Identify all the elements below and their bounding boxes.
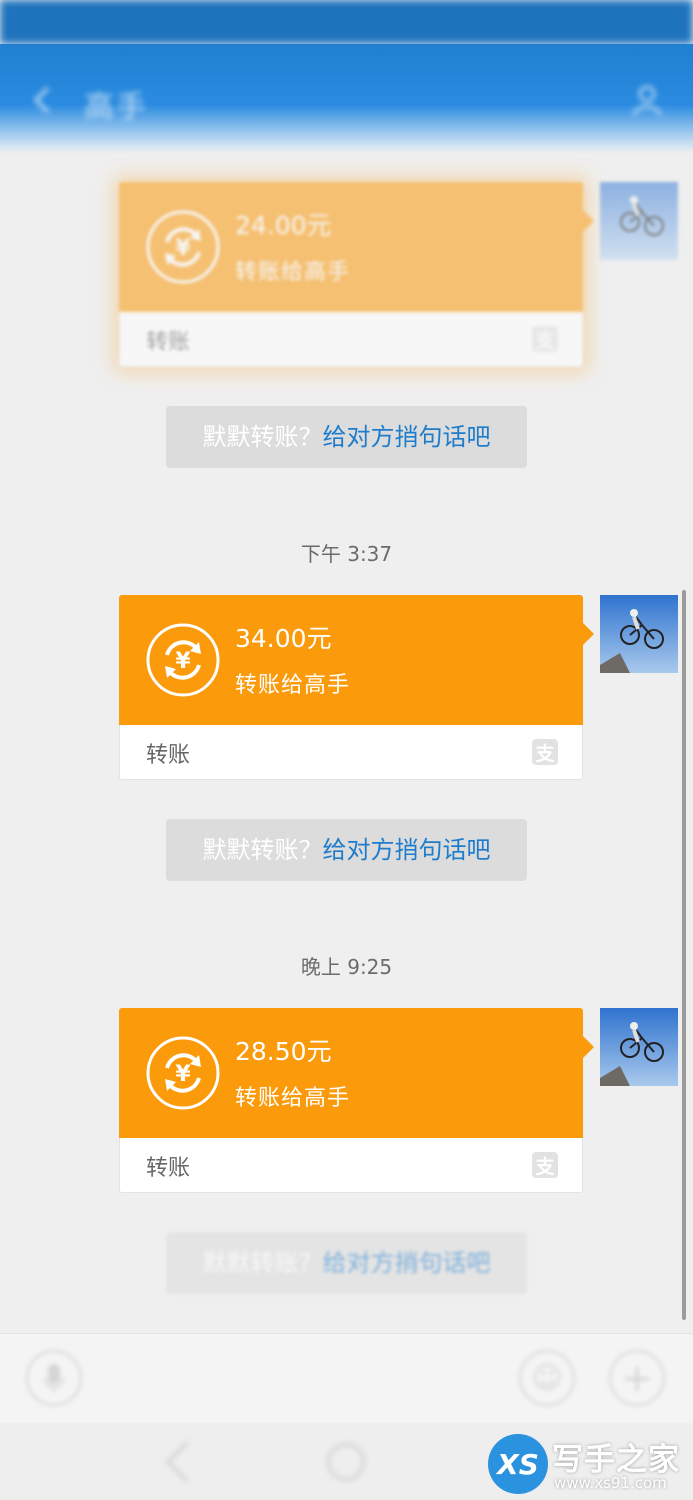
transfer-card-body: ¥ 34.00元 转账给高手 [119,595,583,725]
transfer-recipient: 转账给高手 [235,1086,351,1111]
yuan-transfer-icon: ¥ [146,623,220,697]
watermark: XS 写手之家 www.xs91.com [488,1432,688,1496]
svg-text:¥: ¥ [175,649,191,674]
transfer-amount: 28.50元 [235,1037,332,1066]
smiley-icon[interactable]: ☺ [519,1350,575,1406]
transfer-recipient: 转账给高手 [235,260,351,285]
bubble-pointer [583,1036,594,1058]
transfer-type-label: 转账 [146,743,191,768]
chat-title: 高手 [84,90,148,125]
transfer-card-footer: 转账 支 [119,725,583,780]
watermark-logo: XS [488,1434,548,1494]
hint-link[interactable]: 给对方捎句话吧 [323,423,491,451]
scrollbar[interactable] [682,590,686,1320]
hint-prompt: 默默转账？ [202,423,323,451]
transfer-card-body: ¥ 24.00元 转账给高手 [119,182,583,312]
person-icon[interactable] [629,80,669,120]
yuan-transfer-icon: ¥ [146,1036,220,1110]
transfer-message-hint[interactable]: 默默转账？给对方捎句话吧 [166,1232,527,1294]
watermark-name: 写手之家 [552,1442,680,1478]
yuan-transfer-icon: ¥ [146,210,220,284]
transfer-amount: 34.00元 [235,624,332,653]
transfer-card-footer: 转账 支 [119,1138,583,1193]
transfer-amount: 24.00元 [235,211,332,240]
svg-text:¥: ¥ [175,236,191,261]
hint-prompt: 默默转账？ [202,1249,323,1277]
transfer-card-body: ¥ 28.50元 转账给高手 [119,1008,583,1138]
timestamp: 下午 3:37 [300,542,393,566]
status-bar [0,0,693,44]
avatar[interactable] [600,1008,678,1086]
input-bar: ☺ + [0,1333,693,1423]
alipay-icon: 支 [532,1152,558,1178]
bubble-pointer [583,210,594,232]
bubble-pointer [583,623,594,645]
transfer-type-label: 转账 [146,1156,191,1181]
watermark-url: www.xs91.com [554,1474,667,1492]
nav-back-icon[interactable] [165,1440,209,1484]
alipay-icon: 支 [532,326,558,352]
transfer-card-footer: 转账 支 [119,312,583,367]
plus-icon[interactable]: + [609,1350,665,1406]
transfer-message-hint[interactable]: 默默转账？给对方捎句话吧 [166,819,527,881]
alipay-icon: 支 [532,739,558,765]
transfer-type-label: 转账 [146,330,191,355]
hint-prompt: 默默转账？ [202,836,323,864]
hint-link[interactable]: 给对方捎句话吧 [323,1249,491,1277]
transfer-card[interactable]: ¥ 34.00元 转账给高手 转账 支 [119,595,594,780]
chevron-left-icon[interactable] [28,86,56,114]
hint-link[interactable]: 给对方捎句话吧 [323,836,491,864]
nav-home-icon[interactable] [327,1443,365,1481]
transfer-message-hint[interactable]: 默默转账？给对方捎句话吧 [166,406,527,468]
chat-header: 高手 [0,44,693,154]
avatar[interactable] [600,182,678,260]
transfer-card[interactable]: ¥ 28.50元 转账给高手 转账 支 [119,1008,594,1193]
timestamp: 晚上 9:25 [300,955,393,979]
microphone-icon[interactable] [26,1350,82,1406]
avatar[interactable] [600,595,678,673]
transfer-recipient: 转账给高手 [235,673,351,698]
transfer-card[interactable]: ¥ 24.00元 转账给高手 转账 支 [119,182,594,367]
svg-text:¥: ¥ [175,1062,191,1087]
